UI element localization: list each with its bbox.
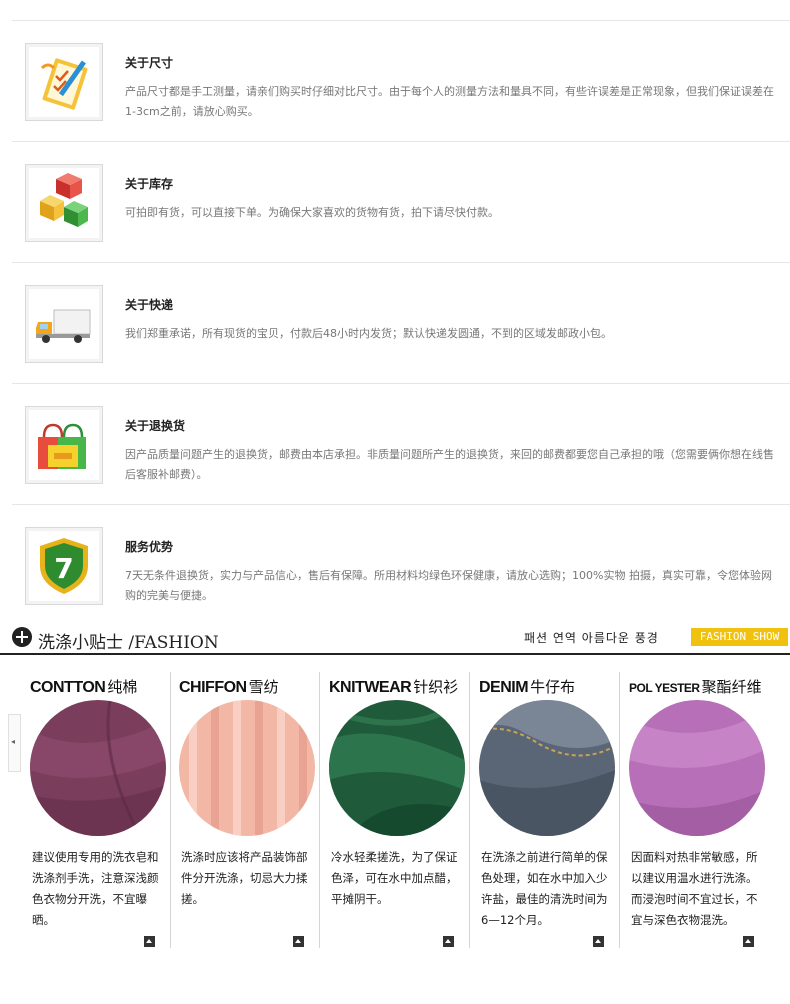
fabric-card-chiffon: CHIFFON 雪纺 洗涤时应该将产品装饰部件分开洗涤，切忌大力揉搓。: [173, 672, 320, 948]
fabric-swatch-image: [30, 700, 166, 836]
truck-icon: [25, 285, 103, 363]
service-row-delivery: 关于快递 我们郑重承诺，所有现货的宝贝，付款后48小时内发货；默认快递发圆通，不…: [12, 263, 790, 384]
fashion-show-badge: FASHION SHOW: [691, 628, 788, 646]
service-row-advantage: 7 服务优势 7天无条件退换货，实力与产品信心，售后有保障。所用材料均绿色环保健…: [12, 505, 790, 626]
boxes-icon: [25, 164, 103, 242]
scroll-left-arrow[interactable]: ◂: [8, 714, 21, 772]
plus-icon: [12, 627, 32, 647]
column-divider: [619, 672, 620, 948]
service-row-stock: 关于库存 可拍即有货，可以直接下单。为确保大家喜欢的货物有货，拍下请尽快付款。: [12, 142, 790, 263]
service-title: 关于快递: [125, 298, 174, 312]
column-divider: [170, 672, 171, 948]
service-title: 服务优势: [125, 540, 174, 554]
fabric-name: CONTTON 纯棉: [30, 678, 138, 696]
service-desc: 可拍即有货，可以直接下单。为确保大家喜欢的货物有货，拍下请尽快付款。: [125, 206, 499, 219]
service-desc: 7天无条件退换货，实力与产品信心，售后有保障。所用材料均绿色环保健康，请放心选购…: [125, 569, 772, 602]
scroll-top-icon[interactable]: [293, 936, 304, 947]
care-text: 因面料对热非常敏感，所以建议用温水进行洗涤。而浸泡时间不宜过长，不宜与深色衣物混…: [631, 850, 758, 927]
fabric-swatch-image: [479, 700, 615, 836]
care-text: 建议使用专用的洗衣皂和洗涤剂手洗，注意深浅颜色衣物分开洗，不宜曝晒。: [32, 850, 159, 927]
service-desc: 产品尺寸都是手工测量，请亲们购买时仔细对比尺寸。由于每个人的测量方法和量具不同，…: [125, 85, 774, 118]
service-title: 关于退换货: [125, 419, 186, 433]
fabric-card-knitwear: KNITWEAR 针织衫 冷水轻柔搓洗，为了保证色泽，可在水中加点醋，平摊阴干。: [323, 672, 470, 948]
service-desc: 我们郑重承诺，所有现货的宝贝，付款后48小时内发货；默认快递发圆通，不到的区域发…: [125, 327, 612, 340]
section-rule: [0, 653, 790, 655]
fashion-header: 洗涤小贴士 /FASHION 패션 연역 아름다운 풍경 FASHION SHO…: [0, 622, 790, 654]
fabric-card-cotton: CONTTON 纯棉 建议使用专用的洗衣皂和洗涤剂手洗，注意深浅颜色衣物分开洗，不…: [24, 672, 171, 948]
fabric-card-polyester: POL YESTER 聚酯纤维 因面料对热非常敏感，所以建议用温水进行洗涤。而浸泡…: [623, 672, 770, 948]
care-text: 在洗涤之前进行简单的保色处理，如在水中加入少许盐，最佳的清洗时间为6—12个月。: [481, 850, 608, 927]
arrow-left-icon: ◂: [11, 737, 16, 746]
service-title: 关于尺寸: [125, 56, 174, 70]
service-row-returns: 关于退换货 因产品质量问题产生的退换货，邮费由本店承担。非质量问题所产生的退换货…: [12, 384, 790, 505]
fabric-name: POL YESTER 聚酯纤维: [629, 678, 762, 696]
service-title: 关于库存: [125, 177, 174, 191]
column-divider: [319, 672, 320, 948]
section-title: 洗涤小贴士 /FASHION: [38, 633, 219, 653]
fabric-swatch-image: [329, 700, 465, 836]
service-desc: 因产品质量问题产生的退换货，邮费由本店承担。非质量问题所产生的退换货，来回的邮费…: [125, 448, 774, 481]
scroll-top-icon[interactable]: [743, 936, 754, 947]
shopping-bags-icon: [25, 406, 103, 484]
scroll-top-icon[interactable]: [593, 936, 604, 947]
fabric-name: CHIFFON 雪纺: [179, 678, 279, 696]
clipboard-icon: [25, 43, 103, 121]
care-text: 冷水轻柔搓洗，为了保证色泽，可在水中加点醋，平摊阴干。: [331, 850, 458, 906]
fabric-swatch-image: [629, 700, 765, 836]
fabric-card-denim: DENIM 牛仔布 在洗涤之前进行简单的保色处理，如在水中加入少许盐，最佳的清洗时…: [473, 672, 620, 948]
fabric-swatch-image: [179, 700, 315, 836]
fabric-name: KNITWEAR 针织衫: [329, 678, 459, 696]
care-text: 洗涤时应该将产品装饰部件分开洗涤，切忌大力揉搓。: [181, 850, 308, 906]
shield-7-icon: 7: [25, 527, 103, 605]
svg-text:7: 7: [54, 552, 73, 585]
korean-tagline: 패션 연역 아름다운 풍경: [524, 631, 659, 645]
service-row-size: 关于尺寸 产品尺寸都是手工测量，请亲们购买时仔细对比尺寸。由于每个人的测量方法和…: [12, 21, 790, 142]
scroll-top-icon[interactable]: [144, 936, 155, 947]
column-divider: [469, 672, 470, 948]
scroll-top-icon[interactable]: [443, 936, 454, 947]
fabric-name: DENIM 牛仔布: [479, 678, 576, 696]
